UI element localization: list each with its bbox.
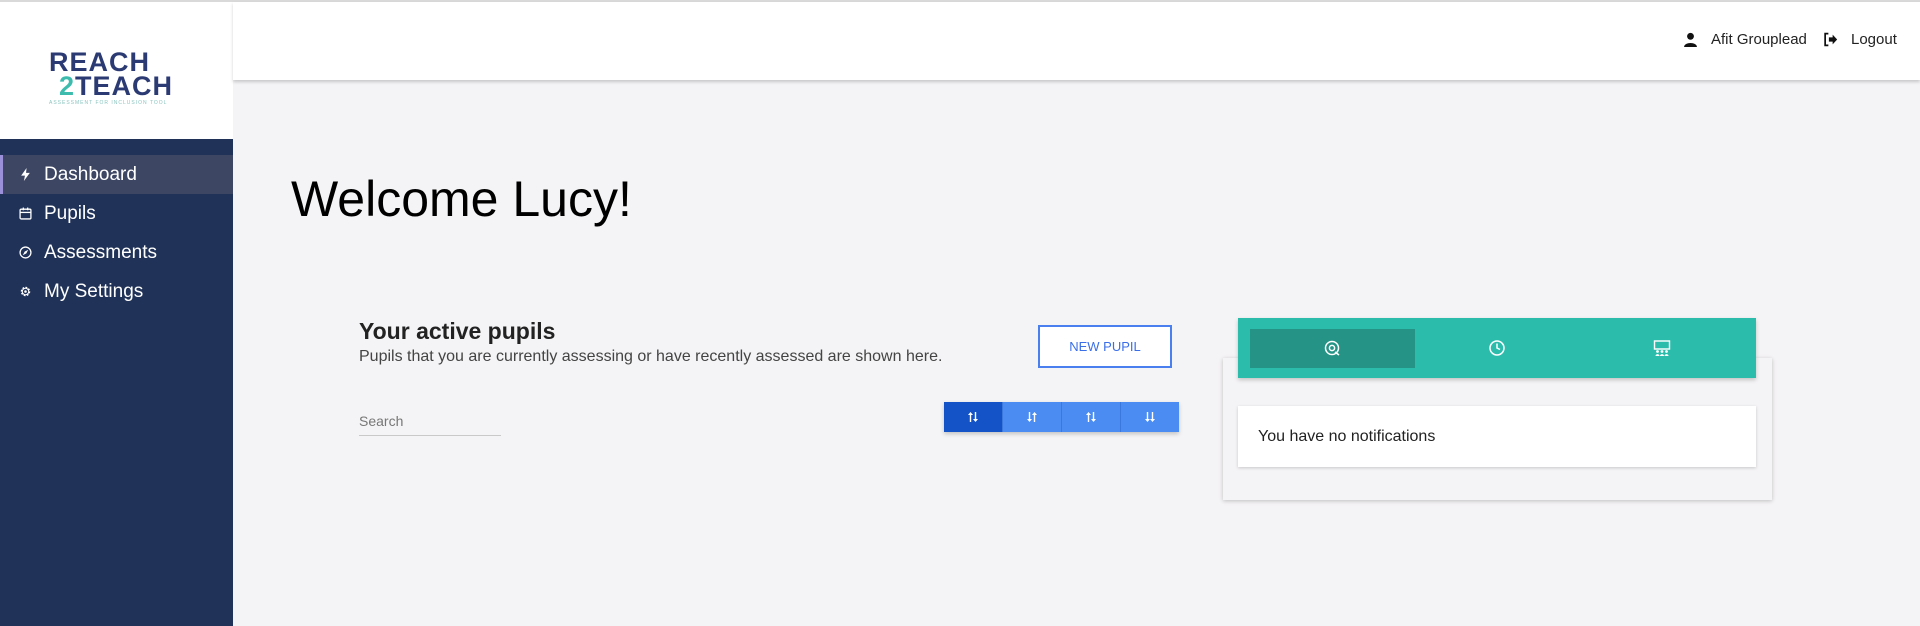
sort-desc-icon xyxy=(1027,412,1037,422)
search-input[interactable] xyxy=(359,407,501,436)
logout-label: Logout xyxy=(1851,31,1897,48)
notification-bell-icon xyxy=(1325,340,1340,356)
sidebar-item-dashboard[interactable]: Dashboard xyxy=(0,155,233,194)
page-title: Welcome Lucy! xyxy=(291,171,632,227)
sort-desc-button[interactable] xyxy=(1003,402,1062,432)
logo-tagline: ASSESSMENT FOR INCLUSION TOOL xyxy=(49,100,168,106)
lightning-icon xyxy=(18,168,32,182)
sort-asc-button[interactable] xyxy=(944,402,1003,432)
reach2teach-logo[interactable]: REACH 2TEACH ASSESSMENT FOR INCLUSION TO… xyxy=(46,47,186,109)
sidebar-item-my-settings[interactable]: My Settings xyxy=(0,272,233,311)
tab-history[interactable] xyxy=(1415,329,1580,368)
sidebar-item-label: My Settings xyxy=(44,280,144,302)
tab-classroom[interactable] xyxy=(1579,329,1744,368)
compass-icon xyxy=(18,246,32,260)
sort-button-group xyxy=(944,402,1179,432)
new-pupil-button[interactable]: NEW PUPIL xyxy=(1038,325,1172,368)
user-menu[interactable]: Afit Grouplead xyxy=(1683,31,1807,48)
sort-down-button[interactable] xyxy=(1121,402,1179,432)
user-icon xyxy=(1684,32,1697,47)
classroom-icon xyxy=(1653,340,1670,356)
clock-icon xyxy=(1489,340,1505,356)
sort-swap-icon xyxy=(1086,412,1096,422)
notifications-tabs xyxy=(1238,318,1756,378)
sidebar-nav: Dashboard Pupils Assessments My Settings xyxy=(0,155,233,311)
sidebar-item-label: Pupils xyxy=(44,202,96,224)
sort-down-icon xyxy=(1145,412,1155,422)
sort-swap-button[interactable] xyxy=(1062,402,1121,432)
logo-area: REACH 2TEACH ASSESSMENT FOR INCLUSION TO… xyxy=(0,2,233,139)
tab-notifications[interactable] xyxy=(1250,328,1415,368)
user-name: Afit Grouplead xyxy=(1711,31,1807,48)
sidebar-item-assessments[interactable]: Assessments xyxy=(0,233,233,272)
logo-line2: 2TEACH xyxy=(59,71,173,102)
sidebar-item-label: Assessments xyxy=(44,241,157,263)
calendar-icon xyxy=(18,207,32,221)
sidebar: REACH 2TEACH ASSESSMENT FOR INCLUSION TO… xyxy=(0,2,233,626)
gear-icon xyxy=(18,285,32,299)
sidebar-item-label: Dashboard xyxy=(44,163,137,185)
logo-word: TEACH xyxy=(75,71,174,101)
sidebar-item-pupils[interactable]: Pupils xyxy=(0,194,233,233)
active-pupils-subtitle: Pupils that you are currently assessing … xyxy=(359,348,943,365)
logo-number: 2 xyxy=(59,71,76,101)
sort-asc-icon xyxy=(968,412,978,422)
logout-icon xyxy=(1824,32,1838,47)
logout-button[interactable]: Logout xyxy=(1823,31,1897,48)
top-header: Afit Grouplead Logout xyxy=(233,2,1920,80)
active-pupils-title: Your active pupils xyxy=(359,318,556,344)
notifications-empty-message: You have no notifications xyxy=(1238,406,1756,467)
